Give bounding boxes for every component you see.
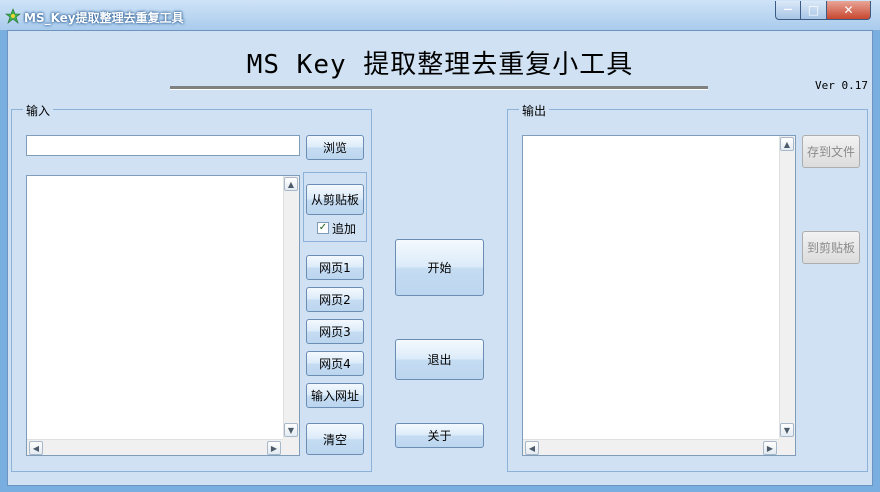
title-divider <box>170 86 708 90</box>
clear-button[interactable]: 清空 <box>306 423 364 455</box>
title-bar[interactable]: MS_Key提取整理去重复工具 — □ ✕ <box>0 0 880 30</box>
input-path-field[interactable] <box>26 135 300 156</box>
append-label[interactable]: 追加 <box>332 220 356 237</box>
web4-button[interactable]: 网页4 <box>306 351 364 376</box>
minimize-button[interactable]: — <box>775 1 801 20</box>
from-clipboard-button[interactable]: 从剪贴板 <box>306 184 364 215</box>
copy-to-clipboard-button[interactable]: 到剪贴板 <box>802 231 860 264</box>
browse-button[interactable]: 浏览 <box>306 135 364 160</box>
web1-button[interactable]: 网页1 <box>306 255 364 280</box>
scroll-down-icon[interactable]: ▼ <box>284 423 298 437</box>
scroll-left-icon[interactable]: ◀ <box>525 441 539 455</box>
input-textarea[interactable]: ▲ ▼ ◀ ▶ <box>26 175 300 456</box>
input-group-label: 输入 <box>23 102 54 119</box>
exit-button[interactable]: 退出 <box>395 339 484 380</box>
window-title: MS_Key提取整理去重复工具 <box>24 11 184 25</box>
about-button[interactable]: 关于 <box>395 423 484 448</box>
app-icon <box>5 8 21 24</box>
input-hscrollbar[interactable]: ◀ ▶ <box>27 439 283 455</box>
enter-url-button[interactable]: 输入网址 <box>306 383 364 408</box>
version-label: Ver 0.17 <box>815 79 868 92</box>
scroll-up-icon[interactable]: ▲ <box>284 177 298 191</box>
scroll-corner <box>779 438 795 455</box>
scroll-up-icon[interactable]: ▲ <box>780 137 794 151</box>
output-group-label: 输出 <box>519 102 550 119</box>
close-icon: ✕ <box>843 3 854 17</box>
page-title: MS Key 提取整理去重复小工具 <box>246 50 634 80</box>
save-to-file-button[interactable]: 存到文件 <box>802 135 860 168</box>
input-vscrollbar[interactable]: ▲ ▼ <box>283 176 299 438</box>
scroll-down-icon[interactable]: ▼ <box>780 423 794 437</box>
start-button[interactable]: 开始 <box>395 239 484 296</box>
output-textarea[interactable]: ▲ ▼ ◀ ▶ <box>522 135 796 456</box>
output-hscrollbar[interactable]: ◀ ▶ <box>523 439 779 455</box>
minimize-icon: — <box>783 5 793 15</box>
close-button[interactable]: ✕ <box>827 1 871 20</box>
maximize-button[interactable]: □ <box>801 1 827 20</box>
scroll-left-icon[interactable]: ◀ <box>29 441 43 455</box>
output-vscrollbar[interactable]: ▲ ▼ <box>779 136 795 438</box>
web3-button[interactable]: 网页3 <box>306 319 364 344</box>
scroll-right-icon[interactable]: ▶ <box>763 441 777 455</box>
scroll-corner <box>283 438 299 455</box>
scroll-right-icon[interactable]: ▶ <box>267 441 281 455</box>
maximize-icon: □ <box>807 3 820 17</box>
web2-button[interactable]: 网页2 <box>306 287 364 312</box>
append-checkbox[interactable]: ✓ <box>317 222 329 234</box>
